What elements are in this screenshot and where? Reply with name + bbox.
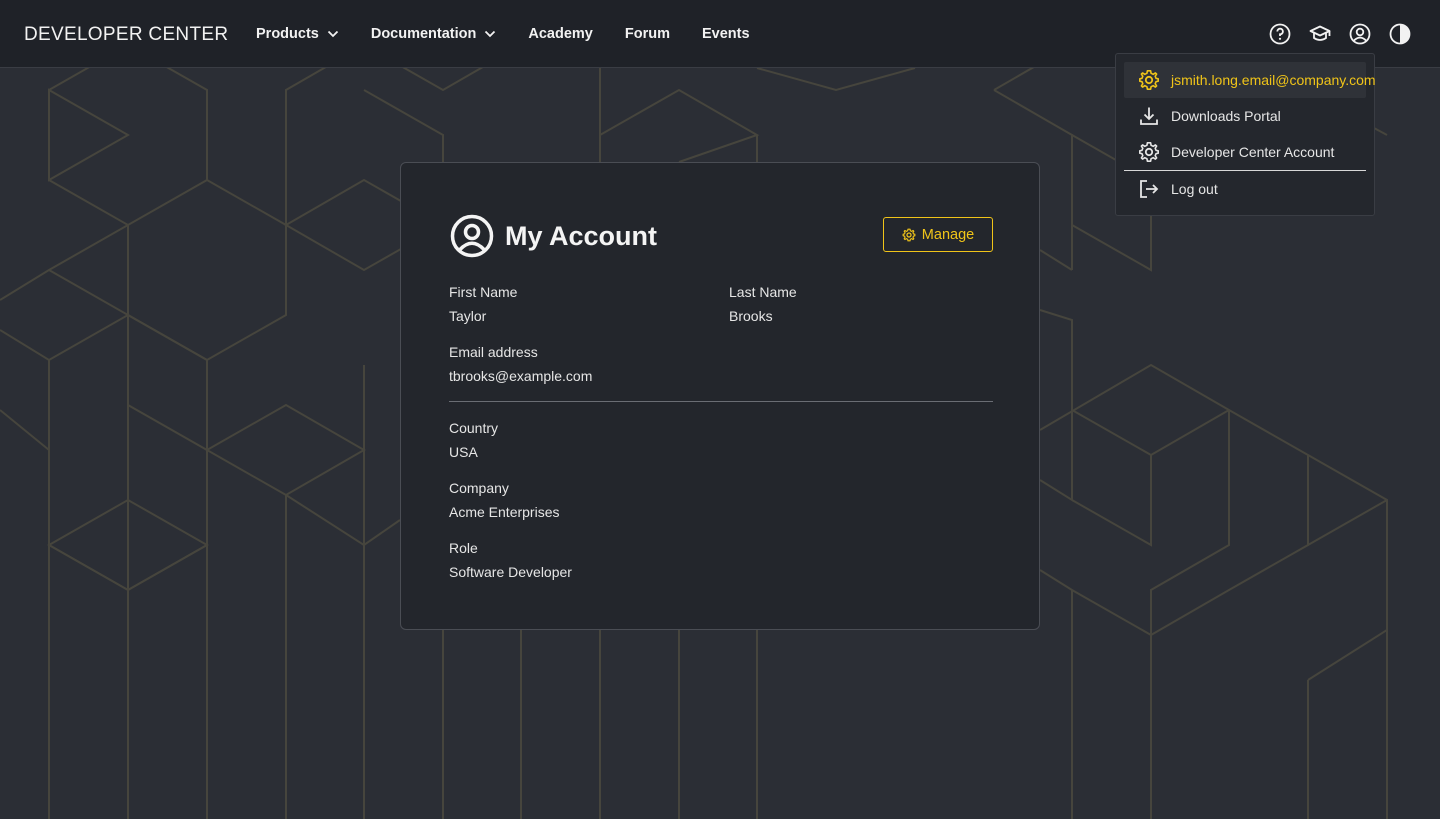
dropdown-item-account[interactable]: Developer Center Account	[1124, 134, 1366, 170]
header-icons	[1268, 22, 1412, 46]
email-value: tbrooks@example.com	[449, 368, 593, 384]
manage-button[interactable]: Manage	[883, 217, 993, 252]
user-circle-icon	[450, 214, 494, 258]
card-header: My Account	[449, 213, 657, 259]
account-card: My Account Manage First Name Taylor Last…	[400, 162, 1040, 630]
last-name-value: Brooks	[729, 308, 773, 324]
dropdown-item-email[interactable]: jsmith.long.email@company.com	[1124, 62, 1376, 98]
card-divider	[449, 401, 993, 402]
first-name-label: First Name	[449, 284, 518, 300]
main-nav: Products Documentation Academy Forum Eve…	[256, 24, 782, 44]
logout-icon	[1140, 180, 1159, 198]
gear-icon	[902, 228, 916, 241]
dropdown-logout-label: Log out	[1171, 181, 1218, 197]
last-name-label: Last Name	[729, 284, 797, 300]
company-field: Company Acme Enterprises	[449, 480, 559, 520]
nav-forum[interactable]: Forum	[625, 24, 670, 44]
first-name-value: Taylor	[449, 308, 487, 324]
nav-documentation[interactable]: Documentation	[371, 24, 497, 44]
nav-events[interactable]: Events	[702, 24, 750, 44]
dropdown-email-label: jsmith.long.email@company.com	[1171, 72, 1376, 88]
dropdown-account-label: Developer Center Account	[1171, 144, 1335, 160]
graduation-cap-icon[interactable]	[1308, 22, 1332, 46]
company-value: Acme Enterprises	[449, 504, 560, 520]
nav-products[interactable]: Products	[256, 24, 339, 44]
account-dropdown-menu: jsmith.long.email@company.com Downloads …	[1115, 53, 1376, 216]
chevron-down-icon	[327, 30, 338, 38]
dropdown-item-logout[interactable]: Log out	[1124, 171, 1366, 207]
dropdown-downloads-label: Downloads Portal	[1171, 108, 1281, 124]
dropdown-item-downloads[interactable]: Downloads Portal	[1124, 98, 1366, 134]
user-circle-icon[interactable]	[1348, 22, 1372, 46]
download-icon	[1140, 107, 1158, 125]
company-label: Company	[449, 480, 509, 496]
nav-documentation-label: Documentation	[370, 26, 477, 42]
role-label: Role	[449, 540, 478, 556]
country-label: Country	[449, 420, 499, 436]
first-name-field: First Name Taylor	[449, 284, 517, 324]
manage-button-label: Manage	[921, 226, 975, 243]
chevron-down-icon	[485, 30, 496, 38]
page-title: My Account	[505, 220, 658, 251]
contrast-icon[interactable]	[1388, 22, 1412, 46]
gear-icon	[1139, 70, 1159, 90]
gear-icon	[1139, 142, 1159, 162]
last-name-field: Last Name Brooks	[729, 284, 797, 324]
country-field: Country USA	[449, 420, 498, 460]
brand-logo[interactable]: DEVELOPER CENTER	[24, 24, 228, 46]
role-field: Role Software Developer	[449, 540, 572, 580]
nav-products-label: Products	[256, 26, 319, 42]
help-icon[interactable]	[1268, 22, 1292, 46]
email-field: Email address tbrooks@example.com	[449, 344, 592, 384]
email-label: Email address	[449, 344, 538, 360]
role-value: Software Developer	[449, 564, 572, 580]
country-value: USA	[449, 444, 478, 460]
nav-academy[interactable]: Academy	[528, 24, 592, 44]
